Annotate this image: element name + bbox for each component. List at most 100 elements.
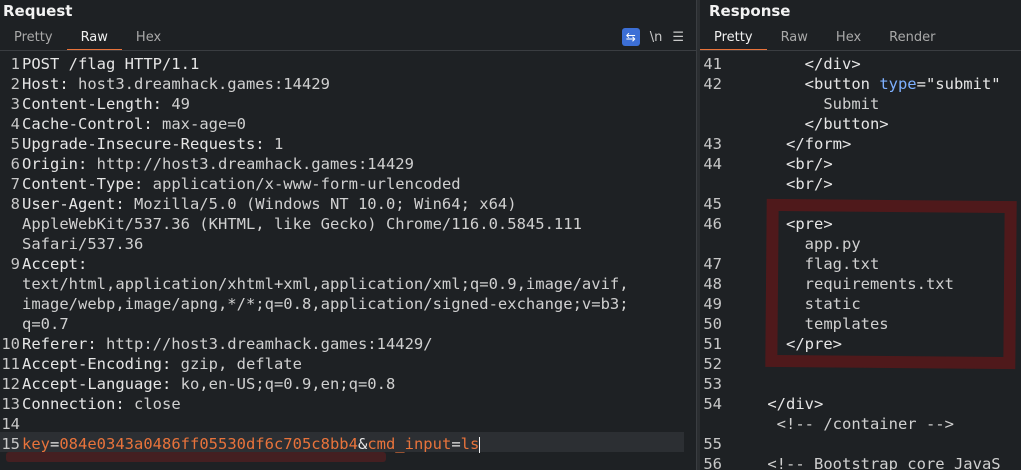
- token: image/webp,image/apng,*/*;q=0.8,applicat…: [22, 295, 629, 313]
- code-line: text/html,application/xhtml+xml,applicat…: [0, 274, 696, 294]
- code-line: image/webp,image/apng,*/*;q=0.8,applicat…: [0, 294, 696, 314]
- line-number: 15: [1, 435, 20, 453]
- token: http://host3.dreamhack.games:14429: [87, 155, 414, 173]
- token: User-Agent:: [22, 195, 125, 213]
- code-line: 41 </div>: [700, 54, 1021, 74]
- code-line: 8 User-Agent: Mozilla/5.0 (Windows NT 10.…: [0, 194, 696, 214]
- response-tab-render[interactable]: Render: [875, 27, 949, 49]
- code-line: </button>: [700, 114, 1021, 134]
- line-number: 1: [10, 55, 20, 73]
- request-tab-divider: [0, 50, 696, 51]
- line-number: 12: [1, 375, 20, 393]
- request-tab-hex[interactable]: Hex: [122, 27, 175, 49]
- token: Content-Type:: [22, 175, 144, 193]
- line-text: Safari/537.36: [22, 234, 143, 254]
- response-tab-hex[interactable]: Hex: [822, 27, 875, 49]
- line-text: key=084e0343a0486ff05530df6c705c8bb4&cmd…: [22, 434, 481, 454]
- line-text: </button>: [730, 114, 889, 134]
- line-text: Upgrade-Insecure-Requests: 1: [22, 134, 283, 154]
- token: Mozilla/5.0 (Windows NT 10.0; Win64; x64…: [124, 195, 517, 213]
- token: </div>: [730, 55, 861, 73]
- line-number: 52: [703, 355, 722, 373]
- request-tabs: Pretty Raw Hex: [0, 27, 175, 51]
- line-text: POST /flag HTTP/1.1: [22, 54, 199, 74]
- request-toolbar: ⇆ \n ☰: [621, 28, 684, 46]
- line-number: 51: [703, 335, 722, 353]
- line-number: 50: [703, 315, 722, 333]
- line-number: 55: [703, 435, 722, 453]
- token: <br/>: [730, 175, 833, 193]
- line-number: 43: [703, 135, 722, 153]
- line-text: Accept:: [22, 254, 87, 274]
- line-text: Origin: http://host3.dreamhack.games:144…: [22, 154, 414, 174]
- newline-toggle[interactable]: \n: [650, 30, 663, 45]
- token: AppleWebKit/537.36 (KHTML, like Gecko) C…: [22, 215, 582, 233]
- token: ="submit": [916, 75, 1001, 93]
- token: cmd_input: [367, 435, 452, 453]
- line-text: Cache-Control: max-age=0: [22, 114, 246, 134]
- token: </form>: [730, 135, 852, 153]
- token: ko,en-US;q=0.9,en;q=0.8: [171, 375, 396, 393]
- wrap-lines-icon[interactable]: ⇆: [621, 28, 640, 46]
- token: gzip, deflate: [171, 355, 302, 373]
- line-text: Referer: http://host3.dreamhack.games:14…: [22, 334, 433, 354]
- token: <br/>: [730, 155, 833, 173]
- line-text: text/html,application/xhtml+xml,applicat…: [22, 274, 629, 294]
- redaction-mark: [6, 452, 386, 462]
- code-line: 7 Content-Type: application/x-www-form-ur…: [0, 174, 696, 194]
- code-line: 43 </form>: [700, 134, 1021, 154]
- code-line: 11 Accept-Encoding: gzip, deflate: [0, 354, 696, 374]
- response-tab-raw[interactable]: Raw: [767, 27, 822, 49]
- response-tabs: Pretty Raw Hex Render: [700, 27, 949, 51]
- code-line: 54 </div>: [700, 394, 1021, 414]
- token: <button: [730, 75, 880, 93]
- token: Connection:: [22, 395, 125, 413]
- line-number: 8: [10, 195, 20, 213]
- line-text: Host: host3.dreamhack.games:14429: [22, 74, 330, 94]
- code-line: q=0.7: [0, 314, 696, 334]
- line-number: 11: [1, 355, 20, 373]
- code-line: 9 Accept:: [0, 254, 696, 274]
- code-line: Safari/537.36: [0, 234, 696, 254]
- line-text: Connection: close: [22, 394, 181, 414]
- token: ls: [460, 435, 480, 453]
- code-line: Submit: [700, 94, 1021, 114]
- code-line: 56 <!-- Bootstrap core JavaS: [700, 454, 1021, 470]
- line-text: <button type="submit": [730, 74, 1001, 94]
- line-number: 2: [10, 75, 20, 93]
- token: Accept:: [22, 255, 88, 273]
- token: Upgrade-Insecure-Requests:: [22, 135, 265, 153]
- line-number: 54: [703, 395, 722, 413]
- code-line: <!-- /container -->: [700, 414, 1021, 434]
- code-line: 3 Content-Length: 49: [0, 94, 696, 114]
- request-pane: Request Pretty Raw Hex ⇆ \n ☰ 1 POST /fla…: [0, 0, 696, 470]
- response-tab-pretty[interactable]: Pretty: [700, 27, 767, 51]
- token: =: [451, 435, 461, 453]
- code-line: 13 Connection: close: [0, 394, 696, 414]
- code-line: 10 Referer: http://host3.dreamhack.games:…: [0, 334, 696, 354]
- hamburger-menu-icon[interactable]: ☰: [672, 30, 684, 45]
- line-number: 10: [1, 335, 20, 353]
- line-number: 53: [703, 375, 722, 393]
- code-line: 4 Cache-Control: max-age=0: [0, 114, 696, 134]
- code-line: 2 Host: host3.dreamhack.games:14429: [0, 74, 696, 94]
- line-number: 7: [10, 175, 20, 193]
- line-number: 5: [10, 135, 20, 153]
- line-text: Content-Type: application/x-www-form-url…: [22, 174, 461, 194]
- token: Submit: [730, 95, 880, 113]
- request-tab-raw[interactable]: Raw: [66, 27, 122, 51]
- token: </div>: [730, 395, 824, 413]
- line-number: 46: [703, 215, 722, 233]
- line-text: User-Agent: Mozilla/5.0 (Windows NT 10.0…: [22, 194, 517, 214]
- code-line: 15 key=084e0343a0486ff05530df6c705c8bb4&c…: [0, 434, 696, 454]
- code-line: 55: [700, 434, 1021, 454]
- response-tab-divider: [700, 50, 1021, 51]
- request-tab-pretty[interactable]: Pretty: [0, 27, 67, 49]
- line-number: 6: [10, 155, 20, 173]
- request-editor[interactable]: 1 POST /flag HTTP/1.1 2 Host: host3.dreamha…: [0, 52, 696, 470]
- token: </button>: [730, 115, 889, 133]
- line-text: </form>: [730, 134, 851, 154]
- token: =: [50, 435, 60, 453]
- line-text: Accept-Encoding: gzip, deflate: [22, 354, 302, 374]
- line-text: </div>: [730, 54, 861, 74]
